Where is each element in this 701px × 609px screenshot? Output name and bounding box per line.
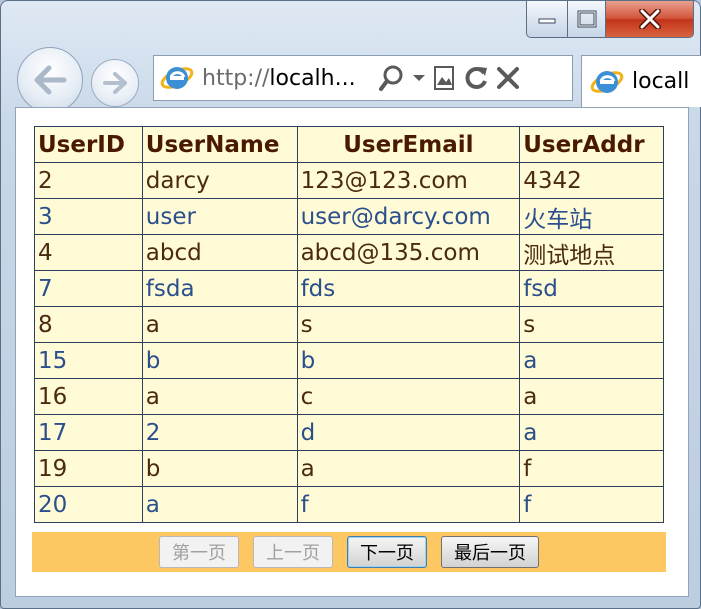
address-scheme: http:// — [202, 65, 270, 91]
cell-username: fsda — [141, 270, 298, 307]
cell-useremail: b — [296, 342, 521, 379]
cell-username: a — [141, 486, 298, 523]
cell-userid: 20 — [34, 486, 143, 523]
table-row: 2 darcy 123@123.com 4342 — [34, 162, 664, 199]
table-row: 15 b b a — [34, 342, 664, 379]
cell-useremail: user@darcy.com — [296, 198, 521, 235]
cell-useremail: f — [296, 486, 521, 523]
page-content: UserID UserName UserEmail UserAddr 2 dar… — [15, 107, 689, 597]
cell-username: a — [141, 306, 298, 343]
minimize-button[interactable] — [526, 1, 568, 38]
close-window-button[interactable] — [606, 1, 694, 38]
refresh-icon[interactable] — [462, 64, 490, 92]
table-header-row: UserID UserName UserEmail UserAddr — [34, 126, 664, 163]
close-icon — [638, 9, 661, 29]
ie-logo-icon — [160, 67, 194, 89]
navigation-bar: http://localh... locall — [11, 43, 701, 113]
cell-username: abcd — [141, 234, 298, 271]
cell-userid: 17 — [34, 414, 143, 451]
cell-useremail: a — [296, 450, 521, 487]
cell-userid: 19 — [34, 450, 143, 487]
forward-arrow-icon — [103, 72, 127, 94]
pager-bar: 第一页 上一页 下一页 最后一页 — [32, 532, 666, 572]
cell-username: a — [141, 378, 298, 415]
table-row: 20 a f f — [34, 486, 664, 523]
cell-useremail: abcd@135.com — [296, 234, 521, 271]
cell-useremail: d — [296, 414, 521, 451]
address-text: http://localh... — [202, 66, 368, 91]
dropdown-arrow-icon[interactable] — [412, 73, 426, 83]
minimize-icon — [538, 18, 556, 24]
table-row: 16 a c a — [34, 378, 664, 415]
previous-page-button: 上一页 — [253, 536, 333, 568]
cell-userid: 8 — [34, 306, 143, 343]
cell-userid: 3 — [34, 198, 143, 235]
table-row: 4 abcd abcd@135.com 测试地点 — [34, 234, 664, 271]
cell-username: b — [141, 450, 298, 487]
back-arrow-icon — [34, 65, 67, 95]
next-page-button[interactable]: 下一页 — [347, 536, 427, 568]
cell-useraddr: 4342 — [519, 162, 664, 199]
cell-userid: 15 — [34, 342, 143, 379]
cell-useraddr: fsd — [519, 270, 664, 307]
cell-useraddr: s — [519, 306, 664, 343]
last-page-button[interactable]: 最后一页 — [441, 536, 539, 568]
address-bar-icons — [378, 64, 520, 92]
header-useremail: UserEmail — [296, 126, 521, 163]
cell-useraddr: f — [519, 486, 664, 523]
cell-useraddr: 火车站 — [519, 198, 664, 235]
address-host: localh... — [269, 65, 356, 91]
table-row: 3 user user@darcy.com 火车站 — [34, 198, 664, 235]
table-row: 19 b a f — [34, 450, 664, 487]
cell-useraddr: a — [519, 342, 664, 379]
cell-username: user — [141, 198, 298, 235]
cell-userid: 2 — [34, 162, 143, 199]
cell-useraddr: a — [519, 378, 664, 415]
cell-useremail: 123@123.com — [296, 162, 521, 199]
browser-tab[interactable]: locall — [581, 55, 701, 107]
cell-username: 2 — [141, 414, 298, 451]
maximize-button[interactable] — [568, 1, 606, 38]
browser-window: http://localh... locall UserID UserName … — [0, 0, 701, 609]
tab-ie-logo-icon — [590, 70, 624, 93]
cell-userid: 4 — [34, 234, 143, 271]
address-bar[interactable]: http://localh... — [153, 55, 573, 101]
maximize-icon — [577, 10, 596, 28]
cell-useremail: fds — [296, 270, 521, 307]
back-button[interactable] — [17, 47, 83, 113]
cell-username: b — [141, 342, 298, 379]
cell-useraddr: a — [519, 414, 664, 451]
header-useraddr: UserAddr — [519, 126, 664, 163]
search-icon[interactable] — [378, 64, 406, 92]
cell-username: darcy — [141, 162, 298, 199]
cell-useremail: c — [296, 378, 521, 415]
header-userid: UserID — [34, 126, 143, 163]
cell-useraddr: 测试地点 — [519, 234, 664, 271]
users-table: UserID UserName UserEmail UserAddr 2 dar… — [34, 126, 664, 523]
compatibility-view-icon[interactable] — [432, 65, 456, 91]
tab-title: locall — [632, 69, 690, 94]
cell-useraddr: f — [519, 450, 664, 487]
table-row: 8 a s s — [34, 306, 664, 343]
cell-userid: 16 — [34, 378, 143, 415]
table-row: 7 fsda fds fsd — [34, 270, 664, 307]
table-row: 17 2 d a — [34, 414, 664, 451]
header-username: UserName — [141, 126, 298, 163]
forward-button[interactable] — [91, 59, 139, 107]
cell-userid: 7 — [34, 270, 143, 307]
first-page-button: 第一页 — [159, 536, 239, 568]
cell-useremail: s — [296, 306, 521, 343]
caption-buttons — [526, 1, 694, 39]
stop-icon[interactable] — [496, 66, 520, 90]
